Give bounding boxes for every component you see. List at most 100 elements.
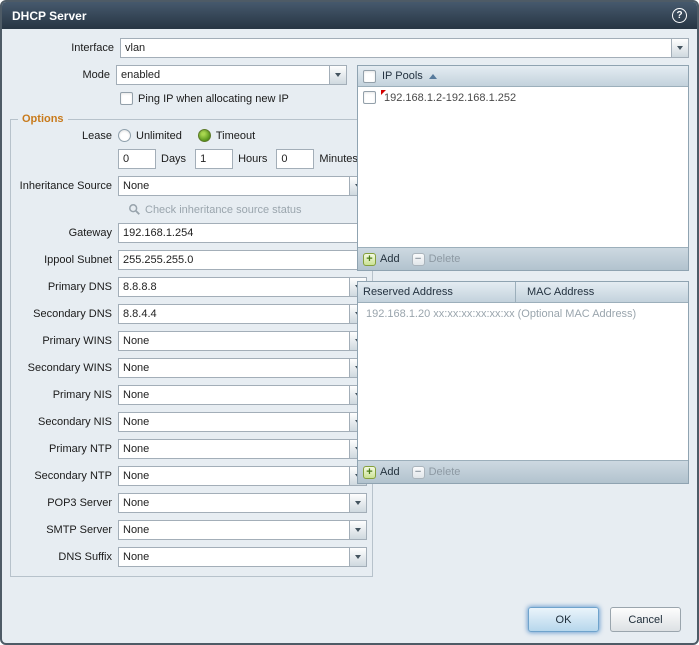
primary-dns-label: Primary DNS [16, 281, 112, 293]
secondary-nis-label: Secondary NIS [16, 416, 112, 428]
primary-dns-row: Primary DNS [16, 277, 367, 297]
mode-row: Mode [10, 65, 347, 85]
lease-row: Lease Unlimited Timeout [16, 129, 367, 142]
ip-pools-delete-label: Delete [429, 253, 461, 265]
delete-icon: − [412, 253, 425, 266]
check-inheritance-status-label: Check inheritance source status [145, 204, 302, 216]
secondary-ntp-input[interactable] [119, 467, 349, 485]
ip-pools-select-all-checkbox[interactable] [363, 70, 376, 83]
ip-pool-row[interactable]: 192.168.1.2-192.168.1.252 [358, 87, 688, 108]
mode-dropdown-trigger[interactable] [329, 66, 346, 84]
days-label: Days [161, 153, 186, 165]
delete-icon: − [412, 466, 425, 479]
smtp-server-input[interactable] [119, 521, 349, 539]
ping-row: Ping IP when allocating new IP [120, 92, 347, 105]
chevron-down-icon [355, 528, 361, 532]
smtp-server-dropdown-trigger[interactable] [349, 521, 366, 539]
primary-wins-row: Primary WINS [16, 331, 367, 351]
add-icon: + [363, 466, 376, 479]
inheritance-source-label: Inheritance Source [16, 180, 112, 192]
cancel-button[interactable]: Cancel [610, 607, 681, 632]
primary-nis-input[interactable] [119, 386, 349, 404]
ip-pool-row-checkbox[interactable] [363, 91, 376, 104]
dialog-columns: Mode Ping IP when allocating new IP Opti… [10, 65, 689, 577]
smtp-server-combo [118, 520, 367, 540]
mode-label: Mode [10, 69, 110, 81]
secondary-nis-input[interactable] [119, 413, 349, 431]
ip-pools-toolbar: + Add − Delete [358, 247, 688, 270]
interface-combo [120, 38, 689, 58]
pop3-server-row: POP3 Server [16, 493, 367, 513]
pop3-server-dropdown-trigger[interactable] [349, 494, 366, 512]
ip-pools-body: 192.168.1.2-192.168.1.252 [358, 87, 688, 247]
options-legend: Options [18, 113, 68, 125]
lease-timeout-label: Timeout [216, 130, 255, 142]
interface-label: Interface [10, 42, 114, 54]
primary-wins-label: Primary WINS [16, 335, 112, 347]
secondary-wins-input[interactable] [119, 359, 349, 377]
dialog-buttons: OK Cancel [528, 607, 681, 632]
lease-radio-group: Unlimited Timeout [118, 129, 271, 142]
options-fieldset: Options Lease Unlimited Timeout Days [10, 113, 373, 577]
mode-input[interactable] [117, 66, 329, 84]
primary-ntp-input[interactable] [119, 440, 349, 458]
gateway-row: Gateway [16, 223, 367, 243]
lease-label: Lease [16, 130, 112, 142]
reserved-address-column-header[interactable]: Reserved Address [358, 282, 516, 302]
dns-suffix-label: DNS Suffix [16, 551, 112, 563]
interface-input[interactable] [121, 39, 671, 57]
left-column: Mode Ping IP when allocating new IP Opti… [10, 65, 347, 577]
chevron-down-icon [677, 46, 683, 50]
primary-ntp-row: Primary NTP [16, 439, 367, 459]
mac-address-column-header[interactable]: MAC Address [522, 282, 599, 302]
ip-pools-add-button[interactable]: + Add [363, 253, 400, 266]
pop3-server-input[interactable] [119, 494, 349, 512]
minutes-input[interactable] [276, 149, 314, 169]
secondary-nis-row: Secondary NIS [16, 412, 367, 432]
primary-nis-combo [118, 385, 367, 405]
reserved-address-header: Reserved Address MAC Address [358, 282, 688, 303]
primary-wins-input[interactable] [119, 332, 349, 350]
ping-checkbox[interactable] [120, 92, 133, 105]
mode-combo [116, 65, 347, 85]
help-icon[interactable]: ? [672, 8, 687, 23]
secondary-ntp-row: Secondary NTP [16, 466, 367, 486]
ip-pools-delete-button[interactable]: − Delete [412, 253, 461, 266]
secondary-ntp-label: Secondary NTP [16, 470, 112, 482]
primary-dns-input[interactable] [119, 278, 349, 296]
reserved-add-button[interactable]: + Add [363, 466, 400, 479]
smtp-server-row: SMTP Server [16, 520, 367, 540]
chevron-down-icon [355, 555, 361, 559]
reserved-delete-button[interactable]: − Delete [412, 466, 461, 479]
inheritance-source-input[interactable] [119, 177, 349, 195]
dns-suffix-input[interactable] [119, 548, 349, 566]
dialog-title: DHCP Server [12, 9, 86, 23]
secondary-dns-row: Secondary DNS [16, 304, 367, 324]
ok-button[interactable]: OK [528, 607, 599, 632]
chevron-down-icon [355, 501, 361, 505]
secondary-dns-label: Secondary DNS [16, 308, 112, 320]
interface-row: Interface [10, 38, 689, 58]
interface-dropdown-trigger[interactable] [671, 39, 688, 57]
gateway-input[interactable] [118, 223, 358, 243]
lease-unlimited-radio[interactable] [118, 129, 131, 142]
dialog-titlebar: DHCP Server ? [2, 2, 697, 29]
ip-pool-value[interactable]: 192.168.1.2-192.168.1.252 [382, 92, 516, 104]
minutes-label: Minutes [319, 153, 358, 165]
check-inheritance-status-link[interactable]: Check inheritance source status [128, 203, 367, 216]
reserved-delete-label: Delete [429, 466, 461, 478]
days-input[interactable] [118, 149, 156, 169]
ip-pools-header[interactable]: IP Pools [358, 66, 688, 87]
dns-suffix-dropdown-trigger[interactable] [349, 548, 366, 566]
hours-input[interactable] [195, 149, 233, 169]
reserved-address-placeholder-row[interactable]: 192.168.1.20 xx:xx:xx:xx:xx:xx (Optional… [358, 303, 688, 325]
search-icon [128, 203, 141, 216]
ippool-subnet-input[interactable] [118, 250, 358, 270]
lease-timeout-radio[interactable] [198, 129, 211, 142]
secondary-dns-input[interactable] [119, 305, 349, 323]
ip-pools-header-label: IP Pools [382, 70, 423, 82]
primary-ntp-combo [118, 439, 367, 459]
ip-pools-add-label: Add [380, 253, 400, 265]
primary-nis-row: Primary NIS [16, 385, 367, 405]
dialog-body: Interface Mode Ping IP when alloca [2, 29, 697, 586]
